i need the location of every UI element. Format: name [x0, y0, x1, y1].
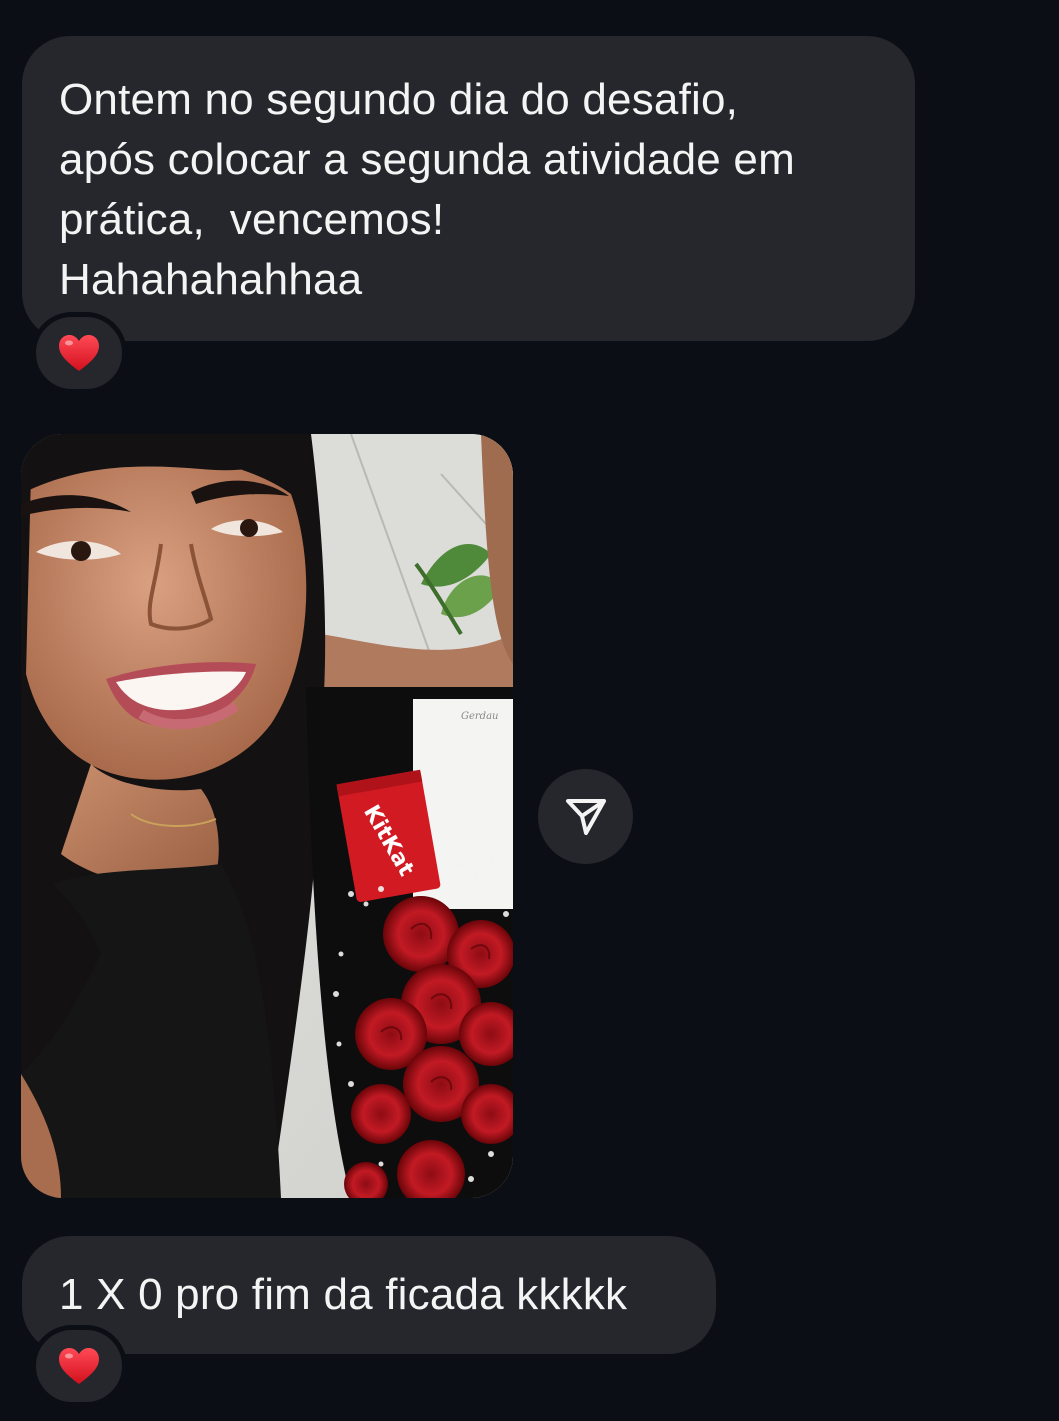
- share-button[interactable]: [538, 769, 633, 864]
- message-text-line: Hahahahahhaa: [59, 255, 363, 304]
- message-text-line: prática, vencemos!: [59, 195, 445, 244]
- heart-icon: [59, 1348, 99, 1384]
- heart-icon: [59, 335, 99, 371]
- reaction-badge[interactable]: [31, 1325, 127, 1407]
- message-bubble[interactable]: 1 X 0 pro fim da ficada kkkkk: [22, 1236, 716, 1354]
- message-bubble[interactable]: Ontem no segundo dia do desafio, após co…: [22, 36, 915, 341]
- svg-text:Gerdau: Gerdau: [461, 711, 499, 722]
- photo-image: Gerdau KitKat: [21, 434, 513, 1198]
- share-icon: [565, 798, 606, 835]
- message-text-line: Ontem no segundo dia do desafio,: [59, 75, 739, 124]
- chat-thread: Ontem no segundo dia do desafio, após co…: [0, 0, 1059, 1421]
- photo-message[interactable]: Gerdau KitKat: [21, 434, 513, 1198]
- reaction-badge[interactable]: [31, 312, 127, 394]
- message-text: 1 X 0 pro fim da ficada kkkkk: [59, 1270, 628, 1319]
- message-text-line: após colocar a segunda atividade em: [59, 135, 795, 184]
